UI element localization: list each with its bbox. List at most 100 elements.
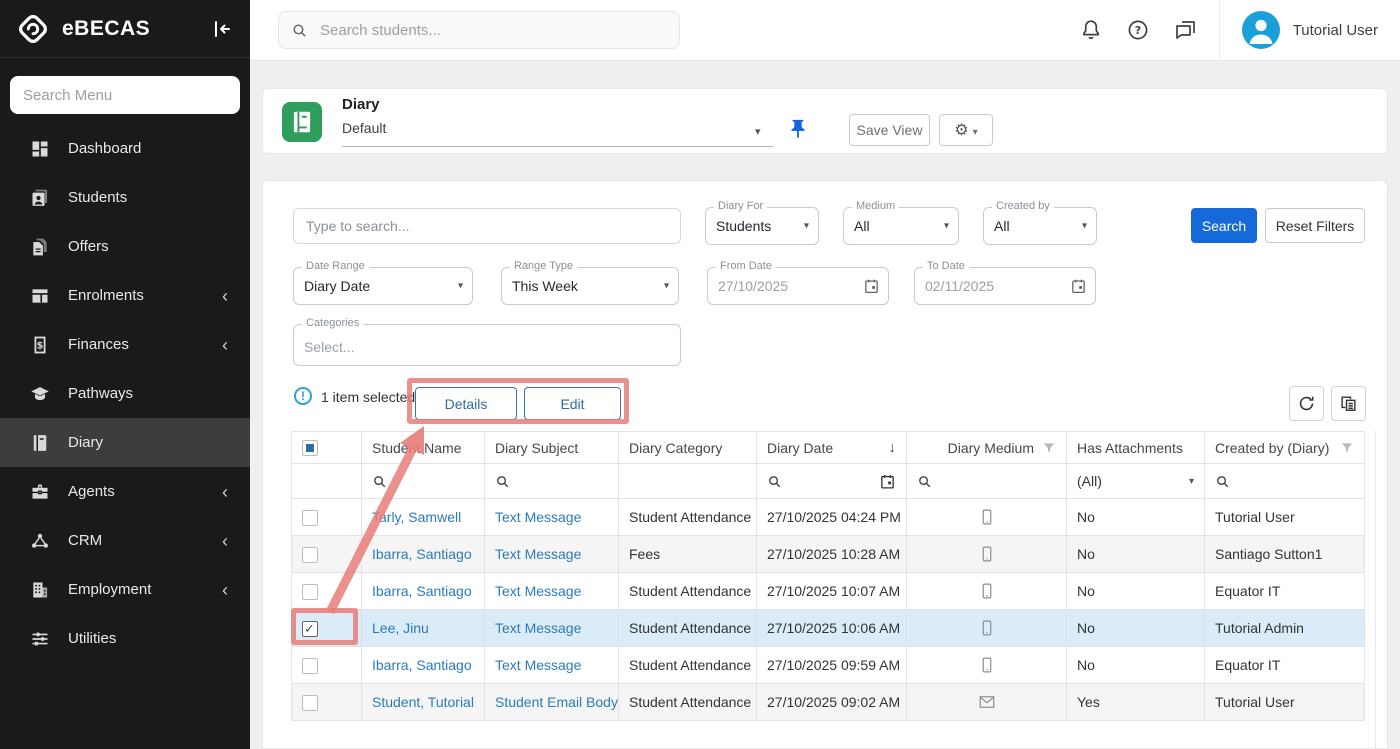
- student-search-input[interactable]: [318, 21, 667, 40]
- student-link[interactable]: Ibarra, Santiago: [372, 657, 472, 673]
- row-checkbox-cell[interactable]: [292, 499, 362, 536]
- calendar-icon[interactable]: [1070, 278, 1087, 295]
- view-select-value[interactable]: Default: [342, 120, 386, 136]
- edit-button[interactable]: Edit: [524, 387, 621, 420]
- sidebar-item-pathways[interactable]: Pathways: [0, 369, 250, 418]
- row-checkbox[interactable]: [302, 510, 318, 526]
- sidebar-item-enrolments[interactable]: Enrolments‹: [0, 271, 250, 320]
- filter-cell-student[interactable]: [362, 464, 485, 499]
- row-checkbox-cell[interactable]: [292, 684, 362, 721]
- date-range-select[interactable]: Date Range Diary Date ▾: [293, 267, 473, 305]
- row-checkbox[interactable]: [302, 547, 318, 563]
- subject-link[interactable]: Text Message: [495, 583, 581, 599]
- diary-search-input[interactable]: [293, 208, 681, 244]
- student-link[interactable]: Tarly, Samwell: [372, 509, 461, 525]
- bell-icon[interactable]: [1079, 18, 1103, 42]
- filter-cell-created_by[interactable]: [1205, 464, 1365, 499]
- table-row[interactable]: Ibarra, SantiagoText MessageStudent Atte…: [292, 573, 1365, 610]
- avatar[interactable]: [1242, 11, 1280, 49]
- student-name-cell[interactable]: Ibarra, Santiago: [362, 647, 485, 684]
- sidebar-search-input[interactable]: [10, 76, 240, 114]
- settings-gear-button[interactable]: ⚙▾: [939, 114, 993, 146]
- student-link[interactable]: Ibarra, Santiago: [372, 583, 472, 599]
- subject-link[interactable]: Text Message: [495, 657, 581, 673]
- table-row[interactable]: Tarly, SamwellText MessageStudent Attend…: [292, 499, 1365, 536]
- column-header-attachments[interactable]: Has Attachments: [1067, 432, 1205, 464]
- column-header-select[interactable]: [292, 432, 362, 464]
- table-row[interactable]: Ibarra, SantiagoText MessageStudent Atte…: [292, 647, 1365, 684]
- student-link[interactable]: Lee, Jinu: [372, 620, 429, 636]
- diary-subject-cell[interactable]: Text Message: [485, 536, 619, 573]
- student-name-cell[interactable]: Ibarra, Santiago: [362, 536, 485, 573]
- filter-cell-attachments[interactable]: (All)▾: [1067, 464, 1205, 499]
- row-checkbox[interactable]: [302, 695, 318, 711]
- column-header-created_by[interactable]: Created by (Diary): [1205, 432, 1365, 464]
- subject-link[interactable]: Text Message: [495, 546, 581, 562]
- filter-funnel-icon[interactable]: [1042, 441, 1056, 455]
- chat-icon[interactable]: [1173, 18, 1197, 42]
- sidebar-item-agents[interactable]: Agents‹: [0, 467, 250, 516]
- column-header-date[interactable]: Diary Date↓: [757, 432, 907, 464]
- student-link[interactable]: Ibarra, Santiago: [372, 546, 472, 562]
- diary-subject-cell[interactable]: Text Message: [485, 499, 619, 536]
- to-date-field[interactable]: To Date 02/11/2025: [914, 267, 1096, 305]
- details-button[interactable]: Details: [415, 387, 517, 420]
- subject-link[interactable]: Text Message: [495, 509, 581, 525]
- column-header-student[interactable]: Student Name: [362, 432, 485, 464]
- student-name-cell[interactable]: Student, Tutorial: [362, 684, 485, 721]
- from-date-field[interactable]: From Date 27/10/2025: [707, 267, 889, 305]
- sidebar-item-dashboard[interactable]: Dashboard: [0, 124, 250, 173]
- save-view-button[interactable]: Save View: [849, 114, 930, 146]
- table-row[interactable]: Ibarra, SantiagoText MessageFees27/10/20…: [292, 536, 1365, 573]
- select-all-checkbox[interactable]: [302, 440, 318, 456]
- subject-link[interactable]: Student Email Body: [495, 694, 618, 710]
- sidebar-item-employment[interactable]: Employment‹: [0, 565, 250, 614]
- filter-funnel-icon[interactable]: [1340, 441, 1354, 455]
- student-name-cell[interactable]: Tarly, Samwell: [362, 499, 485, 536]
- search-button[interactable]: Search: [1191, 208, 1257, 243]
- help-icon[interactable]: ?: [1126, 18, 1150, 42]
- subject-link[interactable]: Text Message: [495, 620, 581, 636]
- student-search[interactable]: [278, 11, 680, 49]
- refresh-button[interactable]: [1289, 386, 1324, 421]
- calendar-icon[interactable]: [863, 278, 880, 295]
- row-checkbox-cell[interactable]: [292, 610, 362, 647]
- table-row[interactable]: Lee, JinuText MessageStudent Attendance2…: [292, 610, 1365, 647]
- sidebar-item-offers[interactable]: Offers: [0, 222, 250, 271]
- medium-select[interactable]: Medium All ▾: [843, 207, 959, 245]
- diary-subject-cell[interactable]: Student Email Body: [485, 684, 619, 721]
- created-by-select[interactable]: Created by All ▾: [983, 207, 1097, 245]
- column-header-category[interactable]: Diary Category: [619, 432, 757, 464]
- row-checkbox[interactable]: [302, 584, 318, 600]
- sidebar-item-students[interactable]: Students: [0, 173, 250, 222]
- diary-for-select[interactable]: Diary For Students ▾: [705, 207, 819, 245]
- row-checkbox-cell[interactable]: [292, 573, 362, 610]
- sidebar-item-finances[interactable]: $Finances‹: [0, 320, 250, 369]
- filter-cell-subject[interactable]: [485, 464, 619, 499]
- calendar-icon[interactable]: [879, 473, 896, 490]
- export-button[interactable]: [1331, 386, 1366, 421]
- table-row[interactable]: Student, TutorialStudent Email BodyStude…: [292, 684, 1365, 721]
- filter-cell-category[interactable]: [619, 464, 757, 499]
- row-checkbox[interactable]: [302, 658, 318, 674]
- sidebar-collapse-icon[interactable]: [210, 17, 234, 41]
- range-type-select[interactable]: Range Type This Week ▾: [501, 267, 679, 305]
- user-name[interactable]: Tutorial User: [1293, 22, 1378, 39]
- sort-desc-icon[interactable]: ↓: [889, 439, 897, 456]
- diary-subject-cell[interactable]: Text Message: [485, 647, 619, 684]
- column-header-subject[interactable]: Diary Subject: [485, 432, 619, 464]
- row-checkbox-cell[interactable]: [292, 536, 362, 573]
- sidebar-item-crm[interactable]: CRM‹: [0, 516, 250, 565]
- column-header-medium[interactable]: Diary Medium: [907, 432, 1067, 464]
- diary-subject-cell[interactable]: Text Message: [485, 573, 619, 610]
- filter-cell-medium[interactable]: [907, 464, 1067, 499]
- row-checkbox-cell[interactable]: [292, 647, 362, 684]
- reset-filters-button[interactable]: Reset Filters: [1265, 208, 1365, 243]
- pin-icon[interactable]: [787, 118, 809, 140]
- student-name-cell[interactable]: Lee, Jinu: [362, 610, 485, 647]
- student-name-cell[interactable]: Ibarra, Santiago: [362, 573, 485, 610]
- student-link[interactable]: Student, Tutorial: [372, 694, 474, 710]
- filter-cell-date[interactable]: [757, 464, 907, 499]
- chevron-down-icon[interactable]: ▾: [755, 125, 761, 138]
- row-checkbox[interactable]: [302, 621, 318, 637]
